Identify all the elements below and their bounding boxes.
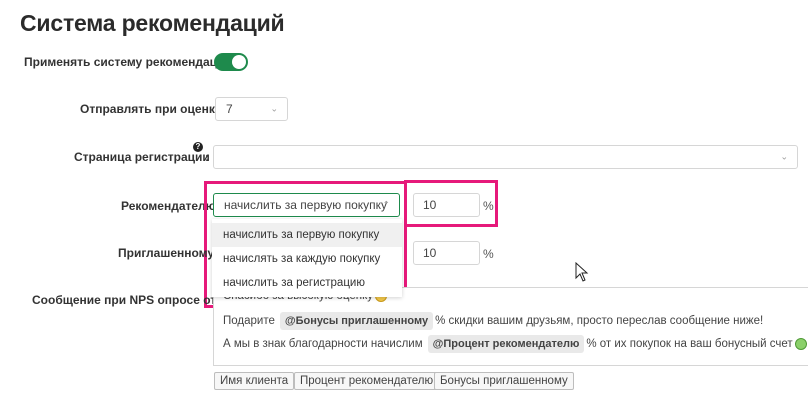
recommender-percent-value: 10 <box>423 198 437 212</box>
insert-client-name-button[interactable]: Имя клиента <box>214 372 295 390</box>
recommender-select-value: начислить за первую покупку <box>224 198 388 212</box>
recommender-percent-input[interactable]: 10 <box>413 193 480 217</box>
nps-message-editor[interactable]: Спасибо за высокую оценку Подарите @Бону… <box>213 287 808 366</box>
page-title: Система рекомендаций <box>20 10 285 36</box>
invitee-percent-sign: % <box>483 247 494 261</box>
recommender-percent-chip[interactable]: @Процент рекомендателю <box>427 335 585 353</box>
chevron-down-icon: ⌄ <box>780 151 788 162</box>
rating-select-value: 7 <box>226 102 233 116</box>
dropdown-option[interactable]: начислить за первую покупку <box>212 223 402 247</box>
recommender-label: Рекомендателю <box>121 199 216 213</box>
invitee-percent-input[interactable]: 10 <box>413 241 480 265</box>
chevron-up-icon: ⌃ <box>382 199 390 210</box>
invitee-percent-value: 10 <box>423 246 437 260</box>
registration-page-label: Страница регистрации <box>74 150 210 164</box>
invitee-bonus-chip[interactable]: @Бонусы приглашенному <box>279 312 434 330</box>
message-line-2-suffix: % скидки вашим друзьям, просто переслав … <box>435 315 764 327</box>
money-face-emoji-icon <box>794 338 807 350</box>
insert-recommender-percent-button[interactable]: Процент рекомендателю <box>294 372 440 390</box>
toggle-knob <box>232 55 246 69</box>
invitee-label: Приглашенному <box>118 246 215 260</box>
dropdown-option[interactable]: начислить за регистрацию <box>212 271 402 295</box>
apply-system-toggle[interactable] <box>214 53 248 71</box>
send-on-rating-label: Отправлять при оценке : <box>80 102 229 116</box>
message-line-3-prefix: А мы в знак благодарности начислим <box>223 338 423 350</box>
apply-system-label: Применять систему рекомендаций: <box>24 55 236 69</box>
recommender-select[interactable]: начислить за первую покупку ⌃ <box>213 193 400 217</box>
recommender-percent-sign: % <box>483 199 494 213</box>
insert-invitee-bonus-button[interactable]: Бонусы приглашенному <box>434 372 574 390</box>
recommender-dropdown-menu: начислить за первую покупку начислять за… <box>212 219 402 297</box>
rating-select[interactable]: 7 ⌄ <box>215 97 288 121</box>
dropdown-option[interactable]: начислять за каждую покупку <box>212 247 402 271</box>
message-line-2-prefix: Подарите <box>223 315 275 327</box>
message-line-3-suffix: % от их покупок на ваш бонусный счет <box>586 338 793 350</box>
message-line-3: А мы в знак благодарности начислим @Проц… <box>223 335 807 353</box>
registration-page-colon: : <box>205 150 209 164</box>
registration-page-select[interactable]: ⌄ <box>213 145 798 169</box>
message-line-2: Подарите @Бонусы приглашенному % скидки … <box>223 312 763 330</box>
question-icon[interactable]: ? <box>193 142 203 152</box>
mouse-cursor-icon <box>575 262 589 282</box>
chevron-down-icon: ⌄ <box>270 103 278 114</box>
